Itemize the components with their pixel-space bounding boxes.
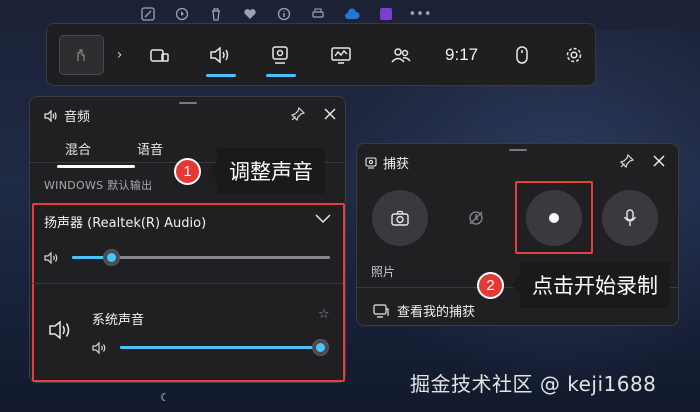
performance-widget-button[interactable] (311, 23, 371, 86)
tab-mix[interactable]: 混合 (56, 139, 136, 168)
tab-voice[interactable]: 语音 (137, 139, 163, 158)
microphone-icon (623, 209, 637, 226)
watermark-text: 掘金技术社区 @ keji1688 (410, 372, 657, 396)
audio-widget-button[interactable] (190, 23, 250, 86)
callout-start-recording: 2 点击开始录制 (477, 262, 670, 308)
more-icon[interactable]: ••• (409, 6, 432, 22)
callout-adjust-sound: 1 调整声音 (174, 148, 325, 194)
info-icon[interactable] (276, 6, 292, 22)
close-icon (653, 155, 665, 167)
audio-icon (210, 45, 229, 64)
gallery-icon (373, 303, 389, 318)
pin-icon (291, 107, 305, 121)
moon-glyph: ☾ (160, 391, 170, 404)
home-thumbnail[interactable] (59, 34, 104, 75)
section-label: WINDOWS 默认输出 (44, 179, 153, 192)
social-icon (391, 47, 411, 63)
chevron-down-icon (315, 214, 331, 224)
trash-icon[interactable] (208, 6, 224, 22)
performance-icon (331, 46, 351, 64)
capture-widget-title: 捕获 (365, 153, 409, 172)
device-volume-slider[interactable] (72, 249, 330, 266)
callout-badge: 1 (174, 157, 201, 185)
device-volume-thumb[interactable] (103, 249, 120, 266)
game-bar: › 9:17 (46, 23, 596, 86)
view-captures-link[interactable]: 查看我的捕获 (373, 301, 475, 320)
highlight-box (515, 181, 593, 254)
screenshot-button[interactable] (372, 190, 428, 246)
gear-icon (566, 47, 581, 62)
app-volume-thumb[interactable] (312, 339, 329, 356)
pointer-icon[interactable] (174, 6, 190, 22)
close-button[interactable] (320, 104, 340, 124)
drag-handle[interactable] (178, 102, 197, 104)
mouse-settings-button[interactable] (492, 23, 552, 86)
audio-widget: 音频 混合 语音 WINDOWS 默认输出 扬声器 (Realtek(R) Au… (29, 96, 346, 383)
record-last-button[interactable] (448, 190, 504, 246)
app-volume-slider[interactable] (120, 339, 329, 356)
print-icon[interactable] (310, 6, 326, 22)
edit-icon[interactable] (140, 6, 156, 22)
clock-time: 9:17 (445, 44, 479, 64)
capture-widget-button[interactable] (250, 23, 310, 86)
audio-widget-title: 音频 (44, 106, 90, 125)
device-volume-icon[interactable] (44, 250, 62, 265)
microphone-button[interactable] (602, 190, 658, 246)
audio-tabs: 混合 语音 (44, 139, 163, 168)
system-sounds-icon (48, 319, 74, 341)
close-icon (324, 108, 336, 120)
device-dropdown-button[interactable] (314, 210, 332, 224)
speaker-icon (44, 109, 57, 122)
callout-text: 调整声音 (208, 148, 325, 194)
app-name: 系统声音 (92, 313, 145, 328)
widget-icon (149, 48, 169, 62)
pin-button[interactable] (289, 105, 307, 123)
audio-title-text: 音频 (64, 110, 91, 125)
pin-icon (620, 154, 634, 168)
view-captures-text: 查看我的捕获 (397, 305, 476, 320)
app-volume-icon[interactable] (92, 340, 110, 355)
widget-menu-button[interactable] (129, 23, 189, 86)
callout-text: 点击开始录制 (511, 262, 670, 308)
close-button[interactable] (649, 151, 669, 171)
cloud-icon[interactable] (344, 6, 360, 22)
heart-icon[interactable] (242, 6, 258, 22)
callout-badge: 2 (477, 271, 504, 299)
social-widget-button[interactable] (371, 23, 431, 86)
camera-icon (391, 210, 409, 226)
favorite-star-icon[interactable]: ☆ (318, 307, 330, 322)
photo-label: 照片 (371, 265, 396, 279)
device-name[interactable]: 扬声器 (Realtek(R) Audio) (44, 212, 206, 231)
expand-chevron-icon[interactable]: › (110, 47, 129, 63)
app-icon[interactable] (378, 6, 394, 22)
capture-title-text: 捕获 (383, 157, 410, 172)
pin-button[interactable] (618, 152, 636, 170)
capture-icon (272, 45, 289, 64)
drag-handle[interactable] (508, 149, 527, 151)
settings-button[interactable] (552, 23, 595, 86)
mouse-icon (516, 45, 528, 64)
capture-small-icon (365, 156, 377, 169)
app-volume-fill (120, 346, 320, 349)
record-last-icon (469, 211, 483, 225)
section-divider (32, 283, 343, 284)
